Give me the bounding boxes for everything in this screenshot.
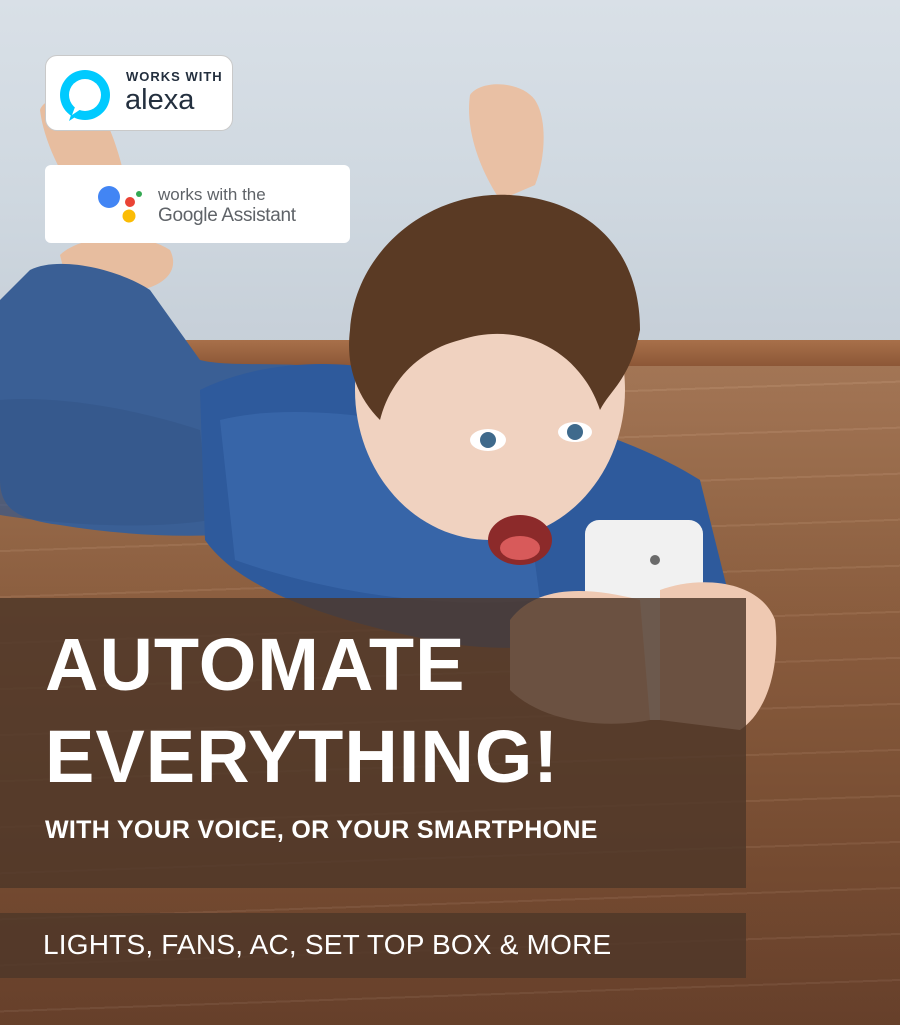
headline-line-1: AUTOMATE <box>45 623 466 706</box>
works-with-google-assistant-badge: works with the Google Assistant <box>45 165 350 243</box>
headline-line-2: EVERYTHING! <box>45 715 559 798</box>
features-banner: LIGHTS, FANS, AC, SET TOP BOX & MORE <box>0 913 746 978</box>
google-assistant-wordmark: Google Assistant <box>158 205 296 226</box>
features-text: LIGHTS, FANS, AC, SET TOP BOX & MORE <box>43 929 612 960</box>
google-badge-caption: works with the <box>158 185 266 204</box>
headline-panel: AUTOMATE EVERYTHING! WITH YOUR VOICE, OR… <box>0 598 746 888</box>
google-assistant-dots-icon <box>98 186 142 223</box>
works-with-alexa-badge: WORKS WITH alexa <box>45 55 233 131</box>
alexa-ring-icon <box>60 70 110 121</box>
alexa-wordmark: alexa <box>125 84 195 116</box>
alexa-badge-caption: WORKS WITH <box>126 69 223 84</box>
headline-subtitle: WITH YOUR VOICE, OR YOUR SMARTPHONE <box>45 816 598 844</box>
